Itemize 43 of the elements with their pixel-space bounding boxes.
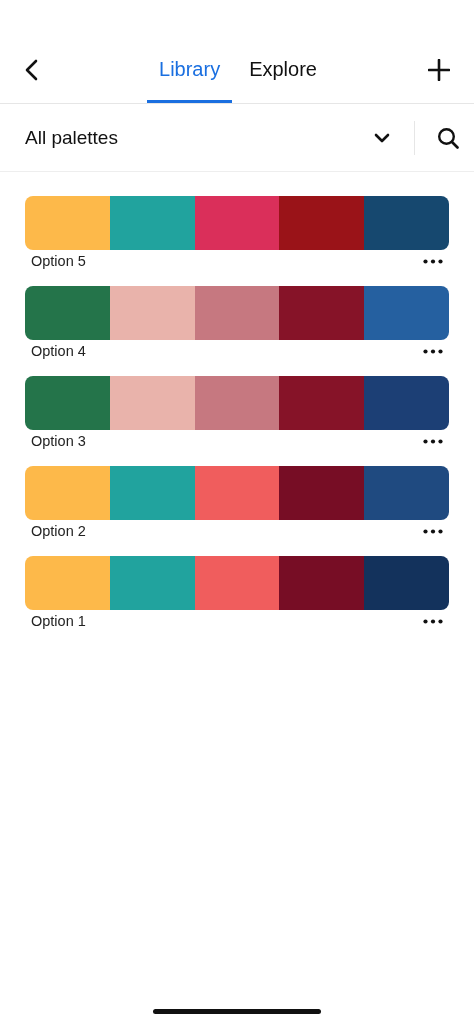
tab[interactable]: Explore: [237, 39, 329, 103]
color-swatch[interactable]: [279, 466, 365, 520]
color-swatch[interactable]: [109, 196, 195, 250]
color-swatch[interactable]: [279, 376, 365, 430]
color-swatch[interactable]: [194, 286, 280, 340]
color-swatch[interactable]: [194, 556, 280, 610]
color-swatch[interactable]: [279, 196, 365, 250]
color-swatch[interactable]: [364, 466, 449, 520]
palette-name: Option 4: [31, 343, 86, 359]
plus-icon[interactable]: [428, 59, 450, 81]
home-indicator[interactable]: [153, 1009, 321, 1014]
color-swatch[interactable]: [25, 556, 110, 610]
color-swatch[interactable]: [25, 466, 110, 520]
color-swatch[interactable]: [194, 196, 280, 250]
color-swatch[interactable]: [364, 286, 449, 340]
color-swatch[interactable]: [109, 286, 195, 340]
color-swatch[interactable]: [194, 376, 280, 430]
color-swatch[interactable]: [364, 376, 449, 430]
color-swatch[interactable]: [279, 286, 365, 340]
color-swatch[interactable]: [25, 196, 110, 250]
color-swatch[interactable]: [194, 466, 280, 520]
color-swatch[interactable]: [25, 286, 110, 340]
more-icon[interactable]: [423, 348, 443, 354]
color-swatch[interactable]: [25, 376, 110, 430]
more-icon[interactable]: [423, 618, 443, 624]
palette-name: Option 1: [31, 613, 86, 629]
palette-name: Option 2: [31, 523, 86, 539]
color-swatch[interactable]: [109, 556, 195, 610]
color-swatch[interactable]: [279, 556, 365, 610]
color-swatch[interactable]: [109, 466, 195, 520]
more-icon[interactable]: [423, 438, 443, 444]
palette-name: Option 5: [31, 253, 86, 269]
tab[interactable]: Library: [147, 39, 233, 103]
chevron-down-icon[interactable]: [374, 132, 390, 143]
back-icon[interactable]: [24, 59, 38, 81]
more-icon[interactable]: [423, 258, 443, 264]
search-icon[interactable]: [437, 126, 459, 149]
filter-label[interactable]: All palettes: [25, 126, 374, 149]
palette-name: Option 3: [31, 433, 86, 449]
more-icon[interactable]: [423, 528, 443, 534]
color-swatch[interactable]: [364, 196, 449, 250]
color-swatch[interactable]: [364, 556, 449, 610]
color-swatch[interactable]: [109, 376, 195, 430]
